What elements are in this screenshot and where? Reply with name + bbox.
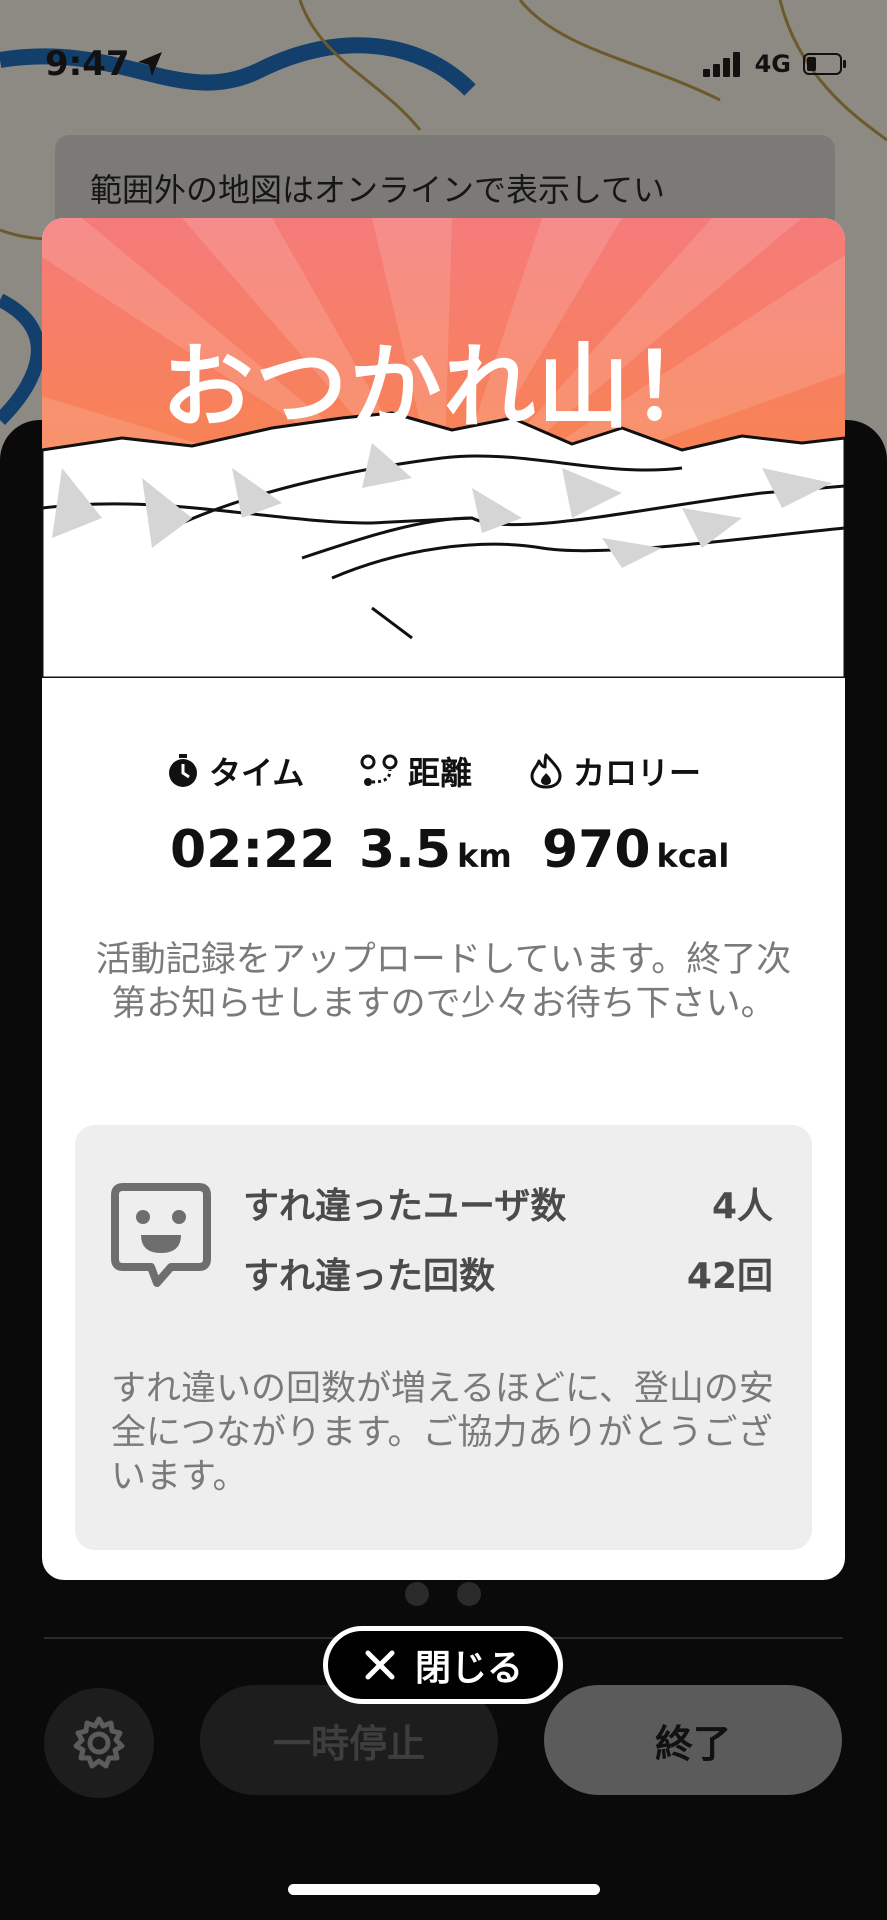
stat-label-text: 距離 [408,754,473,792]
stat-label-time: タイム [167,748,304,794]
calories-unit: kcal [656,837,730,875]
passing-users-row: すれ違ったユーザ数 4人 [243,1177,773,1229]
passing-count-value: 42回 [686,1256,773,1297]
distance-value: 3.5 [359,820,452,880]
close-icon [365,1650,395,1680]
passing-count-label: すれ違った回数 [243,1256,496,1297]
network-label: 4G [754,50,791,78]
time-value: 02:22 [170,820,336,880]
passing-users-label: すれ違ったユーザ数 [243,1186,567,1227]
calories-value: 970 [542,820,651,880]
stat-value-time: 02:22 [170,820,336,880]
flame-icon [530,753,562,789]
status-right: 4G [702,50,847,78]
page-dot[interactable] [405,1582,429,1606]
finish-button[interactable]: 終了 [544,1685,842,1795]
stopwatch-icon [169,754,197,787]
stat-value-distance: 3.5 km [359,820,512,880]
location-arrow-icon [138,52,162,76]
status-time: 9:47 [45,44,130,84]
passing-count-row: すれ違った回数 42回 [243,1247,773,1299]
page-dot[interactable] [457,1582,481,1606]
map-banner-text: 範囲外の地図はオンラインで表示してい [90,171,666,209]
stat-label-distance: 距離 [360,748,472,794]
distance-unit: km [457,837,512,875]
stat-label-calories: カロリー [529,748,701,794]
map-offline-banner: 範囲外の地図はオンラインで表示してい [55,135,835,230]
status-bar: 9:47 4G [0,0,887,120]
hero-title: おつかれ山！ [161,334,726,441]
stat-value-calories: 970 kcal [542,820,729,880]
upload-status-message: 活動記録をアップロードしています。終了次第お知らせしますので少々お待ち下さい。 [95,940,792,1024]
passing-note: すれ違いの回数が増えるほどに、登山の安全につながります。ご協力ありがとうございま… [111,1369,774,1497]
passing-users-value: 4人 [711,1186,773,1227]
smiley-chat-icon [111,1183,211,1287]
close-button[interactable]: 閉じる [323,1626,563,1704]
close-button-label: 閉じる [414,1648,523,1689]
home-indicator [288,1884,600,1895]
mountain-sunburst-illustration [42,218,845,678]
page-indicator [405,1582,481,1606]
passing-info-box: すれ違ったユーザ数 4人 すれ違った回数 42回 すれ違いの回数が増えるほどに、… [75,1125,812,1550]
gear-icon [73,1716,125,1769]
battery-icon [803,53,846,75]
stat-label-text: カロリー [573,754,702,792]
route-icon [360,754,398,786]
stat-label-text: タイム [209,754,305,792]
activity-summary-card: おつかれ山！ タイム 距離 カロリー 02:22 3.5 km 970 kcal… [42,218,845,1580]
settings-button[interactable] [44,1688,154,1798]
hero-banner: おつかれ山！ [42,218,845,678]
signal-icon [702,52,740,77]
